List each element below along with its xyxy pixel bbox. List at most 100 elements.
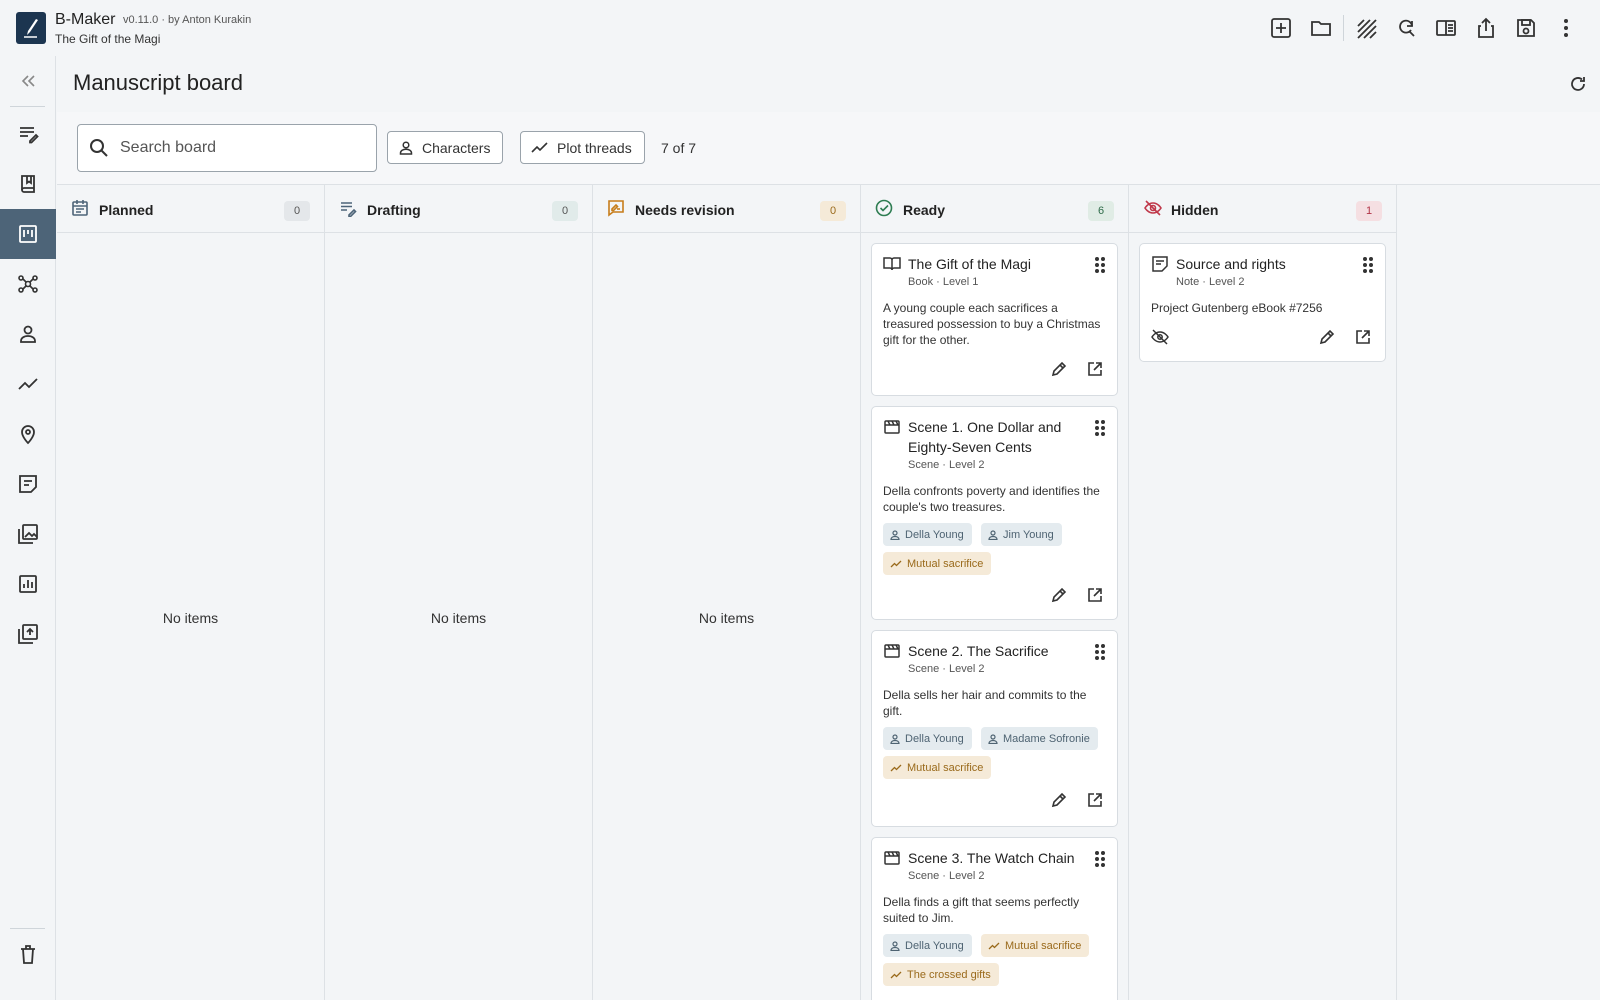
save-icon: [1517, 19, 1535, 37]
sidebar-item-trash[interactable]: [0, 929, 56, 979]
chip-label: Mutual sacrifice: [1005, 939, 1082, 952]
chip-label: Jim Young: [1003, 528, 1054, 541]
drag-handle-icon[interactable]: [1361, 256, 1375, 274]
sidebar-item-statistics[interactable]: [0, 559, 56, 609]
chip-label: Mutual sacrifice: [907, 557, 984, 570]
new-file-button[interactable]: [1261, 14, 1301, 42]
person-icon: [20, 325, 36, 343]
note-icon: [19, 475, 37, 493]
card-title: The Gift of the Magi: [908, 256, 1031, 272]
character-chip[interactable]: Madame Sofronie: [981, 727, 1098, 750]
column-count-badge: 0: [284, 201, 310, 221]
column-ready: Ready 6 The Gift of the Magi Book · Leve…: [861, 185, 1129, 1000]
column-header: Hidden 1: [1129, 185, 1396, 233]
column-hidden: Hidden 1 Source and rights Note · Level …: [1129, 185, 1397, 1000]
share-button[interactable]: [1466, 14, 1506, 42]
search-input[interactable]: [120, 135, 365, 161]
edit-notes-icon: [20, 127, 39, 144]
card-meta: Scene · Level 2: [908, 870, 985, 882]
open-folder-button[interactable]: [1301, 14, 1341, 42]
chip-label: Della Young: [905, 528, 964, 541]
sidebar-item-locations[interactable]: [0, 409, 56, 459]
open-in-new-icon[interactable]: [1087, 587, 1103, 603]
top-bar: B-Maker v0.11.0 · by Anton Kurakin The G…: [0, 0, 1600, 56]
edit-notes-icon: [341, 202, 357, 217]
more-menu-button[interactable]: [1546, 14, 1586, 42]
open-in-new-icon[interactable]: [1355, 329, 1371, 345]
drag-handle-icon[interactable]: [1093, 419, 1107, 437]
empty-state: No items: [162, 610, 219, 626]
column-planned: Planned 0 No items: [57, 185, 325, 1000]
plot-thread-chip[interactable]: Mutual sacrifice: [981, 934, 1090, 957]
stripes-button[interactable]: [1346, 14, 1386, 42]
pencil-icon[interactable]: [1319, 329, 1335, 345]
card-title: Scene 1. One Dollar and Eighty-Seven Cen…: [908, 419, 1062, 455]
person-icon: [988, 733, 998, 744]
kanban-board: Planned 0 No items Drafting 0 No items N…: [57, 185, 1600, 1000]
sidebar-item-publish[interactable]: [0, 609, 56, 659]
plot-threads-filter-button[interactable]: Plot threads: [520, 131, 645, 164]
column-header: Planned 0: [57, 185, 324, 233]
pencil-icon[interactable]: [1051, 792, 1067, 808]
trend-line-icon: [18, 378, 38, 390]
sidebar-item-editor[interactable]: [0, 109, 56, 159]
character-chip[interactable]: Della Young: [883, 523, 972, 546]
board-card[interactable]: Scene 2. The Sacrifice Scene · Level 2 D…: [871, 630, 1118, 827]
card-meta: Note · Level 2: [1176, 276, 1245, 288]
drag-handle-icon[interactable]: [1093, 850, 1107, 868]
project-name: The Gift of the Magi: [55, 32, 161, 46]
item-count: 7 of 7: [661, 140, 697, 156]
filter-bar: Characters Plot threads 7 of 7: [57, 112, 1600, 185]
plot-thread-chip[interactable]: Mutual sacrifice: [883, 756, 992, 779]
board-card[interactable]: The Gift of the Magi Book · Level 1 A yo…: [871, 243, 1118, 396]
card-description: Project Gutenberg eBook #7256: [1151, 301, 1323, 315]
pencil-icon[interactable]: [1051, 587, 1067, 603]
share-icon: [1478, 17, 1494, 38]
sidebar-item-characters[interactable]: [0, 309, 56, 359]
plot-thread-chip[interactable]: The crossed gifts: [883, 963, 999, 986]
card-description: A young couple each sacrifices a treasur…: [883, 301, 1101, 347]
split-view-button[interactable]: [1426, 14, 1466, 42]
sidebar-item-notes[interactable]: [0, 459, 56, 509]
card-meta: Scene · Level 2: [908, 459, 985, 471]
search-field[interactable]: [77, 124, 377, 172]
board-icon: [19, 225, 37, 243]
characters-filter-label: Characters: [422, 139, 491, 156]
sidebar-item-graph[interactable]: [0, 259, 56, 309]
app-name: B-Maker: [55, 11, 116, 28]
column-header: Ready 6: [861, 185, 1128, 233]
open-in-new-icon[interactable]: [1087, 361, 1103, 377]
characters-filter-button[interactable]: Characters: [387, 131, 504, 164]
column-count-badge: 1: [1356, 201, 1382, 221]
plot-thread-chip[interactable]: Mutual sacrifice: [883, 552, 992, 575]
save-button[interactable]: [1506, 14, 1546, 42]
book-open-icon: [883, 257, 901, 271]
character-chip[interactable]: Della Young: [883, 727, 972, 750]
sidebar-item-plot-threads[interactable]: [0, 359, 56, 409]
eye-off-icon: [1144, 200, 1162, 216]
column-header: Drafting 0: [325, 185, 592, 233]
board-card[interactable]: Source and rights Note · Level 2 Project…: [1139, 243, 1386, 362]
toolbar-divider: [1343, 15, 1344, 41]
clapperboard-icon: [884, 851, 900, 865]
refresh-button[interactable]: [1564, 70, 1592, 98]
board-card[interactable]: Scene 3. The Watch Chain Scene · Level 2…: [871, 837, 1118, 1000]
sidebar-item-board[interactable]: [0, 209, 56, 259]
collapse-sidebar-button[interactable]: [0, 64, 56, 98]
search-replace-button[interactable]: [1386, 14, 1426, 42]
pencil-icon[interactable]: [1051, 361, 1067, 377]
clapperboard-icon: [884, 420, 900, 434]
drag-handle-icon[interactable]: [1093, 256, 1107, 274]
location-pin-icon: [21, 425, 35, 445]
character-chip[interactable]: Della Young: [883, 934, 972, 957]
board-card[interactable]: Scene 1. One Dollar and Eighty-Seven Cen…: [871, 406, 1118, 620]
more-vert-icon: [1564, 19, 1568, 37]
sidebar-item-media[interactable]: [0, 509, 56, 559]
character-chip[interactable]: Jim Young: [981, 523, 1062, 546]
card-title: Source and rights: [1176, 256, 1286, 272]
card-description: Della confronts poverty and identifies t…: [883, 484, 1100, 514]
sidebar-item-structure[interactable]: [0, 159, 56, 209]
drag-handle-icon[interactable]: [1093, 643, 1107, 661]
open-in-new-icon[interactable]: [1087, 792, 1103, 808]
person-icon: [890, 733, 900, 744]
